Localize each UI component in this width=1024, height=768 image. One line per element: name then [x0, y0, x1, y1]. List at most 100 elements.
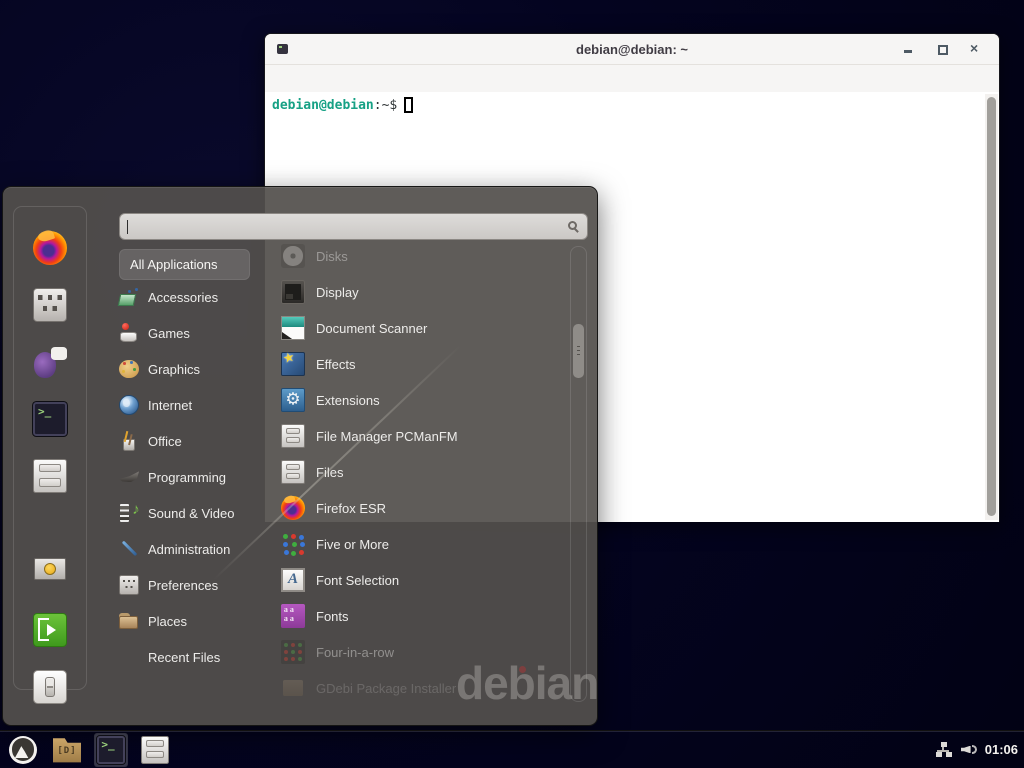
app-label: Five or More	[316, 537, 389, 552]
category-item[interactable]: Administration	[119, 531, 279, 567]
app-item[interactable]: Effects	[281, 346, 567, 382]
search-icon	[568, 221, 577, 230]
category-item[interactable]: Programming	[119, 459, 279, 495]
terminal-cursor	[404, 97, 413, 113]
sound-video-icon	[119, 503, 139, 523]
places-icon	[119, 611, 139, 631]
terminal-scrollbar[interactable]	[985, 94, 998, 520]
app-item[interactable]: Display	[281, 274, 567, 310]
minimize-button[interactable]	[902, 43, 915, 56]
clock[interactable]: 01:06	[985, 742, 1018, 757]
favorite-item[interactable]	[33, 459, 67, 498]
document-scanner-icon	[281, 316, 305, 340]
file-cabinet-icon	[141, 736, 169, 764]
volume-icon[interactable]	[961, 743, 978, 757]
category-label: Sound & Video	[148, 506, 235, 521]
all-applications-button[interactable]: All Applications	[119, 249, 250, 280]
prompt-user: debian@debian	[272, 98, 374, 113]
app-label: GDebi Package Installer	[316, 681, 456, 696]
terminal-icon	[33, 402, 67, 436]
search-input[interactable]	[132, 216, 559, 237]
app-item[interactable]: Firefox ESR	[281, 490, 567, 526]
file-cabinet-icon	[281, 424, 305, 448]
fonts-icon	[281, 604, 305, 628]
app-item[interactable]: Extensions	[281, 382, 567, 418]
control-center-icon	[33, 288, 67, 322]
category-label: Places	[148, 614, 187, 629]
search-box[interactable]	[119, 213, 588, 240]
terminal-titlebar[interactable]: debian@debian: ~ ×	[265, 34, 999, 65]
category-item[interactable]: Accessories	[119, 279, 279, 315]
firefox-icon	[33, 231, 67, 265]
menu-button-icon	[9, 736, 37, 764]
app-item[interactable]: GDebi Package Installer	[281, 670, 567, 706]
terminal-scrollbar-thumb[interactable]	[987, 97, 996, 516]
categories-list: Accessories Games Graphics Internet Offi…	[119, 279, 279, 675]
taskbar-launchers	[6, 733, 172, 767]
app-label: Disks	[316, 249, 348, 264]
taskbar-item[interactable]	[94, 733, 128, 767]
category-label: Preferences	[148, 578, 218, 593]
category-label: Programming	[148, 470, 226, 485]
category-item[interactable]: Graphics	[119, 351, 279, 387]
maximize-button[interactable]	[936, 43, 949, 56]
logout-icon	[33, 613, 67, 647]
font-selection-icon	[281, 568, 305, 592]
gdebi-icon	[281, 676, 305, 700]
taskbar-item[interactable]	[50, 733, 84, 767]
category-item[interactable]: Sound & Video	[119, 495, 279, 531]
network-icon[interactable]	[935, 742, 952, 757]
taskbar-item[interactable]	[6, 733, 40, 767]
category-item[interactable]: Games	[119, 315, 279, 351]
category-item[interactable]: Office	[119, 423, 279, 459]
app-item[interactable]: Disks	[281, 238, 567, 274]
prompt-path: :~$	[374, 98, 397, 113]
category-label: Internet	[148, 398, 192, 413]
app-item[interactable]: Document Scanner	[281, 310, 567, 346]
graphics-icon	[119, 359, 139, 379]
minimize-icon	[904, 50, 912, 53]
favorites-column	[13, 206, 87, 690]
favorite-item[interactable]	[33, 613, 67, 652]
app-label: Firefox ESR	[316, 501, 386, 516]
four-in-a-row-icon	[281, 640, 305, 664]
close-button[interactable]: ×	[970, 43, 983, 56]
favorite-item[interactable]	[33, 288, 67, 327]
disks-icon	[281, 244, 305, 268]
games-icon	[119, 323, 139, 343]
favorite-item[interactable]	[33, 402, 67, 441]
category-label: Accessories	[148, 290, 218, 305]
favorite-item[interactable]	[33, 556, 67, 595]
category-item[interactable]: Recent Files	[119, 639, 279, 675]
app-item[interactable]: Files	[281, 454, 567, 490]
category-item[interactable]: Internet	[119, 387, 279, 423]
extensions-icon	[281, 388, 305, 412]
screen: debian@debian: ~ × debian@debian:~$	[0, 0, 1024, 768]
applications-list: Disks Display Document Scanner Effects E…	[281, 238, 567, 706]
category-label: Graphics	[148, 362, 200, 377]
app-item[interactable]: Four-in-a-row	[281, 634, 567, 670]
system-tray	[935, 742, 978, 757]
preferences-icon	[119, 575, 139, 595]
text-caret	[127, 220, 128, 234]
category-item[interactable]: Places	[119, 603, 279, 639]
app-label: Fonts	[316, 609, 349, 624]
app-item[interactable]: Font Selection	[281, 562, 567, 598]
taskbar-item[interactable]	[138, 733, 172, 767]
menu-scrollbar-thumb[interactable]	[573, 324, 584, 378]
display-icon	[281, 280, 305, 304]
pidgin-icon	[33, 345, 67, 379]
favorite-item[interactable]	[33, 231, 67, 270]
favorite-item[interactable]	[33, 670, 67, 709]
menu-scrollbar[interactable]	[570, 246, 587, 702]
programming-icon	[119, 467, 139, 487]
favorite-item[interactable]	[33, 345, 67, 384]
app-item[interactable]: File Manager PCManFM	[281, 418, 567, 454]
app-label: Font Selection	[316, 573, 399, 588]
category-item[interactable]: Preferences	[119, 567, 279, 603]
app-item[interactable]: Fonts	[281, 598, 567, 634]
category-label: Games	[148, 326, 190, 341]
app-item[interactable]: Five or More	[281, 526, 567, 562]
five-or-more-icon	[281, 532, 305, 556]
maximize-icon	[938, 45, 948, 55]
